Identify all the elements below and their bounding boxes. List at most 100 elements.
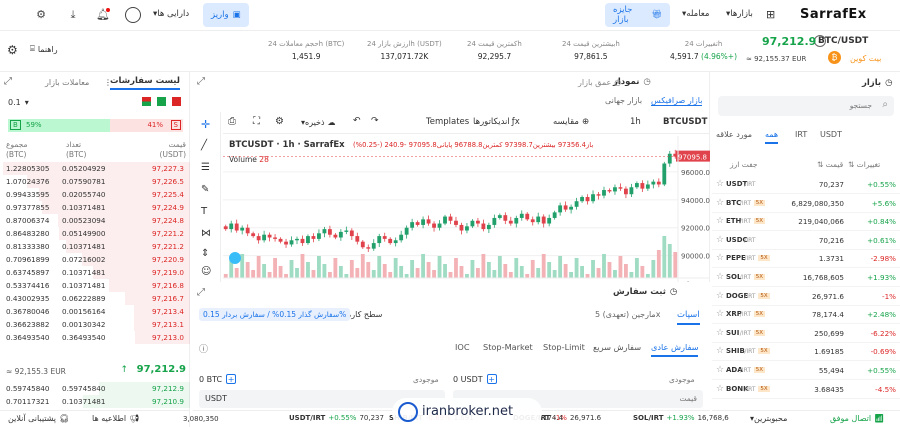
deposit-button[interactable]: واریز ▣ [203,3,249,27]
camera-icon[interactable]: ⎙ [228,116,236,127]
tab-market-trades[interactable]: معاملات بازار [45,78,89,87]
star-icon[interactable]: ☆ [716,365,724,375]
order-row[interactable]: 0.36780046 0.00156164 97,213.4 [0,305,190,318]
order-type-tab[interactable]: Stop-Market [483,342,533,352]
apps-grid-icon[interactable]: ⊞ [766,8,775,21]
order-row[interactable]: 0.53374416 0.10371481 97,216.8 [0,279,190,292]
market-row[interactable]: ☆ ETH/IRT 5X 219,040,066 +0.84% [712,213,900,232]
star-icon[interactable]: ☆ [716,272,724,282]
star-icon[interactable]: ☆ [716,253,724,263]
order-type-tab[interactable]: IOC [455,342,470,352]
measure-icon[interactable]: ⇕ [201,248,209,259]
download-icon[interactable]: ⤓ [66,8,80,22]
market-row[interactable]: ☆ SOL/IRT 5X 16,768,605 +1.93% [712,269,900,287]
interval-button[interactable]: 1h [630,117,641,127]
star-icon[interactable]: ☆ [716,235,724,245]
order-type-tab[interactable]: سفارش سریع [593,342,641,352]
star-icon[interactable]: ☆ [716,346,724,356]
precision-select[interactable]: 0.1 ▾ [8,98,29,107]
notices-link[interactable]: اطلاعیه ها 📢︎ [92,414,139,423]
market-row[interactable]: ☆ SUI/IRT 5X 250,699 -6.22% [712,325,900,343]
emoji-icon[interactable]: ☺ [201,266,211,277]
expand-icon[interactable]: ⤢ [197,76,205,87]
logo[interactable]: SarrafEx [800,7,867,22]
market-row[interactable]: ☆ ADA/IRT 5X 55,494 +0.55% [712,362,900,380]
view-both-icon[interactable] [142,97,151,106]
star-icon[interactable]: ☆ [716,328,724,338]
market-tab[interactable]: همه [765,130,779,144]
redo-icon[interactable]: ↷ [371,116,379,126]
tab-spot[interactable]: اسپات [677,310,700,325]
star-icon[interactable]: ☆ [716,309,724,319]
crosshair-icon[interactable]: ✛ [201,118,210,131]
trade-menu[interactable]: ▾ معامله [682,9,709,19]
support-link[interactable]: پشتیبانی آنلاین 🎧︎ [8,414,69,423]
plus-icon[interactable]: + [226,374,237,384]
order-row[interactable]: 0.97377855 0.10371481 97,224.9 [0,201,190,214]
brush-icon[interactable]: ✎ [201,184,209,195]
user-icon[interactable] [125,7,141,23]
undo-icon[interactable]: ↶ [353,116,361,126]
market-tab[interactable]: مورد علاقه [716,130,752,139]
trendline-icon[interactable]: ╱ [201,140,207,151]
market-row[interactable]: ☆ USDT/IRT 70,237 +0.55% [712,176,900,194]
compare-button[interactable]: مقایسه ⊕ [553,117,589,127]
market-tab[interactable]: USDT [820,130,842,139]
expand-icon[interactable]: ⤢ [4,76,12,87]
text-icon[interactable]: T [201,206,207,217]
markets-menu[interactable]: ▾ بازارها [726,9,753,19]
sub-exchange[interactable]: بازار صرافیکس [651,96,703,106]
order-row[interactable]: 0.99433595 0.02055740 97,225.4 [0,188,190,201]
star-icon[interactable]: ☆ [716,198,724,208]
order-row[interactable]: 1.22805305 0.05204929 97,227.3 [0,162,190,175]
order-type-tab[interactable]: Stop-Limit [543,342,585,352]
save-button[interactable]: ▾ ذخیره ☁ [301,118,336,127]
footer-ticker-item[interactable]: USDT/IRT +0.55% 70,237 [289,414,384,422]
market-row[interactable]: ☆ XRP/IRT 5X 78,174.4 +2.48% [712,306,900,325]
favorites-dropdown[interactable]: ▾ محبوبترین [750,414,787,423]
order-row[interactable]: 0.63745897 0.10371481 97,219.0 [0,266,190,279]
order-row[interactable]: 0.70117321 0.10371481 97,210.9 [0,395,190,408]
indicators-button[interactable]: اندیکاتورها ƒx [473,117,520,127]
star-icon[interactable]: ☆ [716,384,724,394]
market-prize-button[interactable]: جایزه بازار 🎁︎ [605,3,670,27]
order-row[interactable]: 0.36493540 0.36493540 97,213.0 [0,331,190,344]
market-row[interactable]: ☆ DOGE/IRT 5X 26,971.6 -1% [712,288,900,306]
plus-icon[interactable]: + [486,374,497,384]
more-icon[interactable]: ⋮ [104,78,112,87]
market-row[interactable]: ☆ BTC/IRT 5X 6,829,080,350 +5.6% [712,195,900,213]
market-row[interactable]: ☆ SHIB/IRT 5X 1.69185 -0.69% [712,343,900,362]
star-icon[interactable]: ☆ [716,291,724,301]
guide-link[interactable]: ⌸ راهنما [30,44,58,54]
market-row[interactable]: ☆ USDC/IRT 70,216 +0.61% [712,232,900,250]
order-row[interactable]: 0.36623882 0.00130342 97,213.1 [0,318,190,331]
settings-icon[interactable]: ⚙ [275,116,284,127]
fullscreen-icon[interactable]: ⛶ [253,116,260,127]
order-row[interactable]: 0.70961899 0.07216002 97,220.9 [0,253,190,266]
star-icon[interactable]: ☆ [716,216,724,226]
order-type-tab[interactable]: سفارش عادی [651,342,699,357]
expand-icon[interactable]: ⤢ [197,287,205,298]
star-icon[interactable]: ☆ [716,179,724,189]
pattern-icon[interactable]: ⋈ [201,228,211,239]
settings-icon[interactable]: ⚙ [7,43,18,57]
bell-icon[interactable]: 🔔︎ [96,8,110,22]
templates-button[interactable]: Templates [426,117,469,127]
order-row[interactable]: 0.81333380 0.10371481 97,221.2 [0,240,190,253]
tab-depth[interactable]: عمق بازار ◷ [578,78,621,87]
view-asks-icon[interactable] [172,97,181,106]
fib-icon[interactable]: ☰ [201,162,210,173]
info-icon[interactable]: ⓘ [199,342,208,355]
order-row[interactable]: 0.87006374 0.00523094 97,224.8 [0,214,190,227]
market-tab[interactable]: IRT [795,130,807,139]
settings-icon[interactable]: ⚙ [34,8,48,22]
market-row[interactable]: ☆ BONK/IRT 5X 3.68435 -4.5% [712,381,900,399]
market-row[interactable]: ☆ PEPE/IRT 5X 1.3731 -2.98% [712,250,900,269]
order-row[interactable]: 0.43002935 0.06222889 97,216.7 [0,292,190,305]
assets-menu[interactable]: ▾ دارایی ها [153,9,189,19]
tab-order-list[interactable]: لیست سفارشات [110,76,180,90]
candle-chart[interactable]: 97095.896000.094000.092000.090000.017181… [223,136,710,282]
view-bids-icon[interactable] [157,97,166,106]
order-row[interactable]: 0.86483280 0.05149900 97,221.2 [0,227,190,240]
order-row[interactable]: 0.59745840 0.59745840 97,212.9 [0,382,190,395]
